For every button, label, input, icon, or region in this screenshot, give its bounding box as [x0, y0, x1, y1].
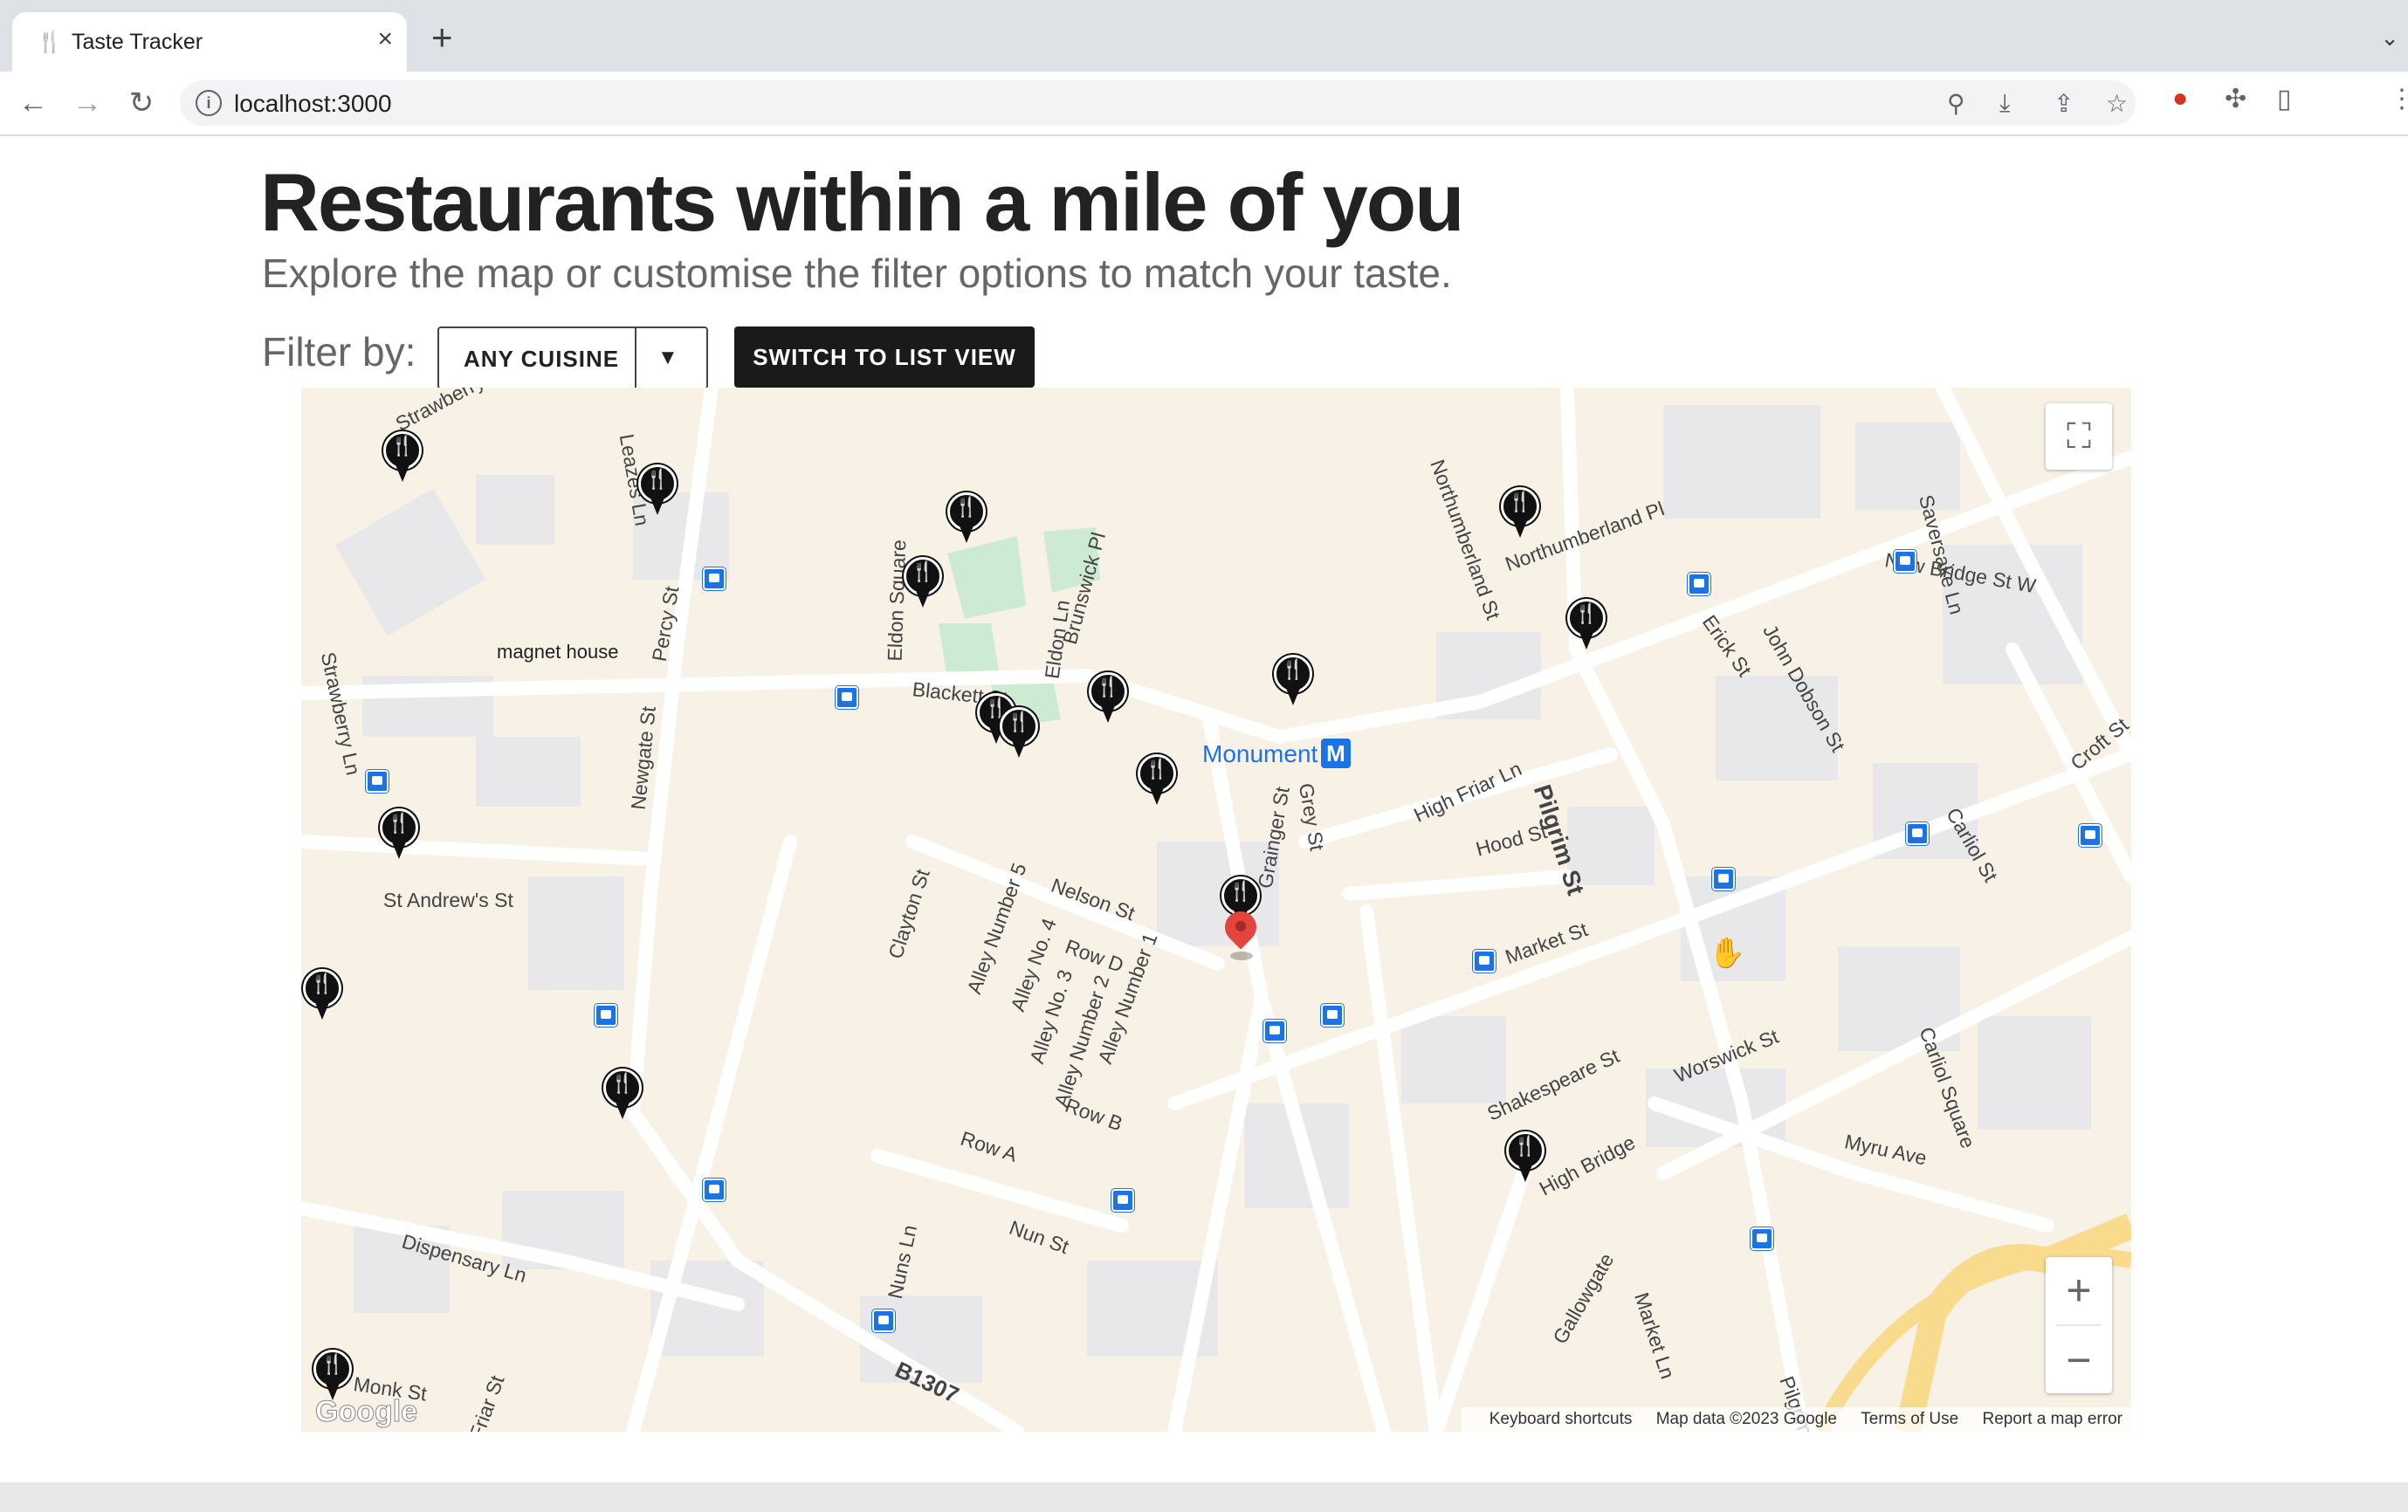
bus-stop-icon[interactable]	[703, 567, 726, 590]
map[interactable]: Strawberry Pl Leazes Ln Percy St Strawbe…	[301, 388, 2131, 1432]
restaurant-marker[interactable]: 🍴	[303, 969, 341, 1021]
cuisine-select-value: ANY CUISINE	[464, 346, 620, 372]
zoom-control: + −	[2046, 1257, 2112, 1393]
fork-knife-icon: 🍴	[1228, 880, 1253, 902]
restaurant-marker[interactable]: 🍴	[1506, 1131, 1545, 1184]
fork-knife-icon: 🍴	[310, 972, 334, 994]
select-divider	[635, 328, 636, 388]
page-title: Restaurants within a mile of you	[260, 156, 1465, 248]
restaurant-marker[interactable]: 🍴	[383, 431, 422, 484]
fork-knife-icon: 🍴	[1145, 758, 1169, 780]
fork-knife-icon: 🍴	[1007, 711, 1031, 732]
keyboard-shortcuts-link[interactable]: Keyboard shortcuts	[1490, 1410, 1633, 1428]
bookmark-star-icon[interactable]: ☆	[2106, 89, 2128, 118]
fork-knife-icon: 🍴	[390, 435, 415, 457]
reload-button[interactable]: ↻	[122, 84, 161, 122]
location-icon[interactable]: ⚲	[1947, 89, 1965, 118]
location-pin-icon[interactable]	[1218, 904, 1263, 960]
fork-knife-icon: 🍴	[1574, 602, 1599, 624]
menu-icon[interactable]: ⋮	[2389, 84, 2408, 114]
browser-toolbar: ← → ↻ i localhost:3000 ⚲ ⤓ ⇪ ☆ ● ✣ ▯ ⋮	[0, 72, 2408, 136]
bus-stop-icon[interactable]	[1712, 868, 1735, 890]
google-logo: Google	[314, 1395, 418, 1429]
fork-knife-icon: 🍴	[320, 1353, 345, 1375]
hand-cursor-icon: ✋	[1709, 937, 1746, 970]
street-label: St Andrew's St	[383, 889, 513, 911]
fork-knife-icon: 🍴	[911, 560, 935, 582]
bus-stop-icon[interactable]	[1321, 1004, 1344, 1027]
restaurant-marker[interactable]: 🍴	[313, 1350, 352, 1402]
bus-stop-icon[interactable]	[1263, 1020, 1286, 1042]
metro-station-label[interactable]: Monument	[1202, 740, 1318, 768]
restaurant-marker[interactable]: 🍴	[1501, 487, 1539, 540]
restaurant-marker[interactable]: 🍴	[603, 1069, 642, 1121]
map-data-attribution: Map data ©2023 Google	[1655, 1410, 1837, 1428]
filter-label: Filter by:	[262, 329, 416, 375]
bus-stop-icon[interactable]	[1111, 1189, 1134, 1212]
switch-to-list-view-button[interactable]: SWITCH TO LIST VIEW	[734, 326, 1035, 388]
restaurant-marker[interactable]: 🍴	[1089, 672, 1127, 725]
zoom-divider	[2056, 1324, 2102, 1326]
close-tab-icon[interactable]: ×	[377, 24, 393, 54]
bus-stop-icon[interactable]	[1688, 573, 1710, 595]
map-footer: Keyboard shortcuts Map data ©2023 Google…	[1461, 1407, 2131, 1432]
fullscreen-icon[interactable]: ⛶	[2046, 403, 2112, 470]
restaurant-marker[interactable]: 🍴	[1000, 707, 1038, 759]
restaurant-marker[interactable]: 🍴	[638, 464, 677, 517]
report-map-error-link[interactable]: Report a map error	[1982, 1410, 2122, 1428]
fork-knife-icon: 🍴	[954, 496, 979, 518]
bus-stop-icon[interactable]	[1473, 950, 1496, 972]
bus-stop-icon[interactable]	[1894, 550, 1916, 573]
side-panel-icon[interactable]: ▯	[2277, 84, 2292, 114]
fork-knife-icon: 🍴	[1096, 676, 1120, 698]
bus-stop-icon[interactable]	[703, 1179, 726, 1201]
fork-knife-icon: 🍴	[645, 468, 670, 490]
bus-stop-icon[interactable]	[1751, 1227, 1773, 1250]
restaurant-marker[interactable]: 🍴	[947, 492, 986, 545]
restaurant-marker[interactable]: 🍴	[1138, 754, 1176, 807]
restaurant-marker[interactable]: 🍴	[904, 557, 942, 609]
install-icon[interactable]: ⤓	[1999, 89, 2010, 118]
chevron-down-icon[interactable]: ▼	[657, 346, 678, 370]
fork-knife-icon: 🍴	[1281, 658, 1305, 680]
tab-title: Taste Tracker	[72, 30, 203, 54]
poi-label: magnet house	[497, 641, 619, 663]
tab-search-icon[interactable]: ⌄	[2380, 24, 2399, 52]
address-bar[interactable]: i localhost:3000 ⚲ ⤓ ⇪ ☆	[180, 80, 2136, 126]
zoom-in-button[interactable]: +	[2046, 1257, 2112, 1323]
page-subtitle: Explore the map or customise the filter …	[262, 251, 1452, 296]
new-tab-button[interactable]: +	[431, 19, 453, 56]
metro-icon[interactable]: M	[1321, 739, 1351, 768]
forward-button[interactable]: →	[68, 84, 107, 122]
fork-knife-icon: 🍴	[387, 812, 411, 834]
restaurant-marker[interactable]: 🍴	[1274, 655, 1312, 707]
bus-stop-icon[interactable]	[595, 1004, 617, 1027]
extension-icon[interactable]: ●	[2172, 84, 2188, 113]
bus-stop-icon[interactable]	[1906, 822, 1929, 845]
puzzle-icon[interactable]: ✣	[2225, 84, 2246, 114]
browser-tab[interactable]: 🍴 Taste Tracker ×	[12, 12, 407, 72]
fork-knife-icon: 🍴	[37, 31, 63, 54]
browser-tab-bar: 🍴 Taste Tracker × + ⌄	[0, 0, 2408, 72]
bus-stop-icon[interactable]	[2079, 824, 2102, 847]
back-button[interactable]: ←	[14, 84, 52, 122]
window-bottom-edge	[0, 1482, 2408, 1512]
url-text: localhost:3000	[234, 90, 392, 117]
bus-stop-icon[interactable]	[366, 770, 389, 793]
bus-stop-icon[interactable]	[836, 686, 858, 709]
map-base	[301, 388, 2131, 1432]
bus-stop-icon[interactable]	[872, 1309, 895, 1332]
cuisine-select[interactable]: ANY CUISINE ▼	[437, 326, 708, 389]
restaurant-marker[interactable]: 🍴	[1567, 599, 1606, 651]
share-icon[interactable]: ⇪	[2054, 89, 2074, 118]
fork-knife-icon: 🍴	[610, 1072, 635, 1094]
fork-knife-icon: 🍴	[1508, 491, 1532, 512]
fork-knife-icon: 🍴	[1513, 1135, 1538, 1157]
restaurant-marker[interactable]: 🍴	[380, 808, 418, 861]
terms-of-use-link[interactable]: Terms of Use	[1861, 1410, 1958, 1428]
zoom-out-button[interactable]: −	[2046, 1327, 2112, 1393]
site-info-icon[interactable]: i	[196, 90, 222, 116]
